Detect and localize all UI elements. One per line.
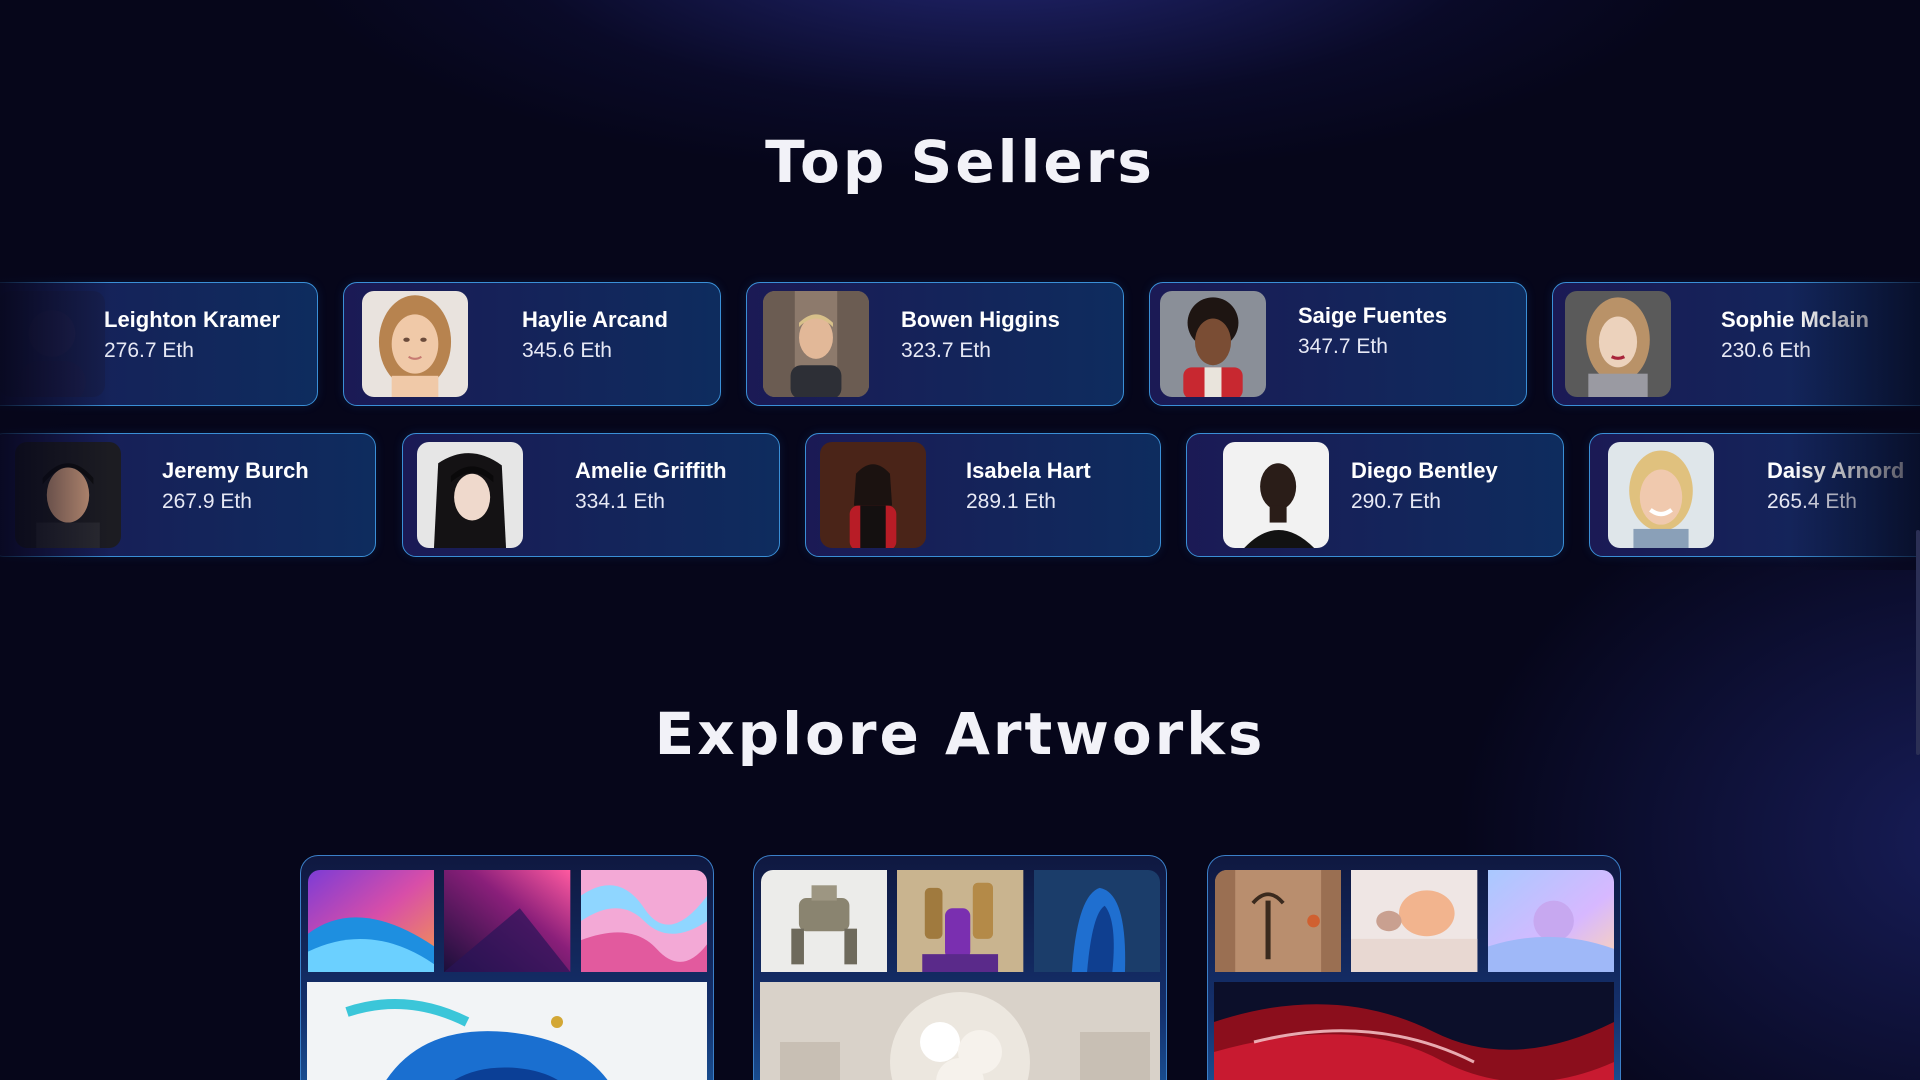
- seller-avatar: [1565, 291, 1671, 397]
- seller-amount: 290.7 Eth: [1351, 490, 1441, 513]
- seller-amount: 267.9 Eth: [162, 490, 252, 513]
- seller-card[interactable]: Diego Bentley 290.7 Eth: [1186, 433, 1564, 557]
- artwork-thumbnail[interactable]: [897, 870, 1024, 972]
- artwork-cover-image[interactable]: [307, 982, 707, 1080]
- artwork-thumbnail-row: [1214, 870, 1614, 972]
- artwork-collection-card[interactable]: [753, 855, 1167, 1080]
- artwork-collection-card[interactable]: [300, 855, 714, 1080]
- seller-card[interactable]: Isabela Hart 289.1 Eth: [805, 433, 1161, 557]
- seller-amount: 323.7 Eth: [901, 339, 991, 362]
- seller-name: Diego Bentley: [1351, 458, 1498, 483]
- seller-card[interactable]: Bowen Higgins 323.7 Eth: [746, 282, 1124, 406]
- artwork-thumbnail[interactable]: [444, 870, 571, 972]
- artwork-thumbnail[interactable]: [1033, 870, 1160, 972]
- seller-card[interactable]: Jeremy Burch 267.9 Eth: [0, 433, 376, 557]
- seller-name: Sophie Mclain: [1721, 307, 1869, 332]
- artwork-thumbnail[interactable]: [1487, 870, 1614, 972]
- artwork-thumbnail[interactable]: [580, 870, 707, 972]
- seller-amount: 265.4 Eth: [1767, 490, 1857, 513]
- seller-name: Haylie Arcand: [522, 307, 668, 332]
- artwork-thumbnail[interactable]: [1215, 870, 1342, 972]
- seller-avatar: [1223, 442, 1329, 548]
- artwork-cover-image[interactable]: [760, 982, 1160, 1080]
- seller-avatar: [820, 442, 926, 548]
- seller-card[interactable]: Haylie Arcand 345.6 Eth: [343, 282, 721, 406]
- explore-artworks-title: Explore Artworks: [654, 700, 1266, 768]
- artwork-collection-card[interactable]: [1207, 855, 1621, 1080]
- artwork-thumbnail[interactable]: [761, 870, 888, 972]
- artwork-cover-image[interactable]: [1214, 982, 1614, 1080]
- seller-avatar: [0, 291, 105, 397]
- seller-avatar: [1160, 291, 1266, 397]
- seller-amount: 345.6 Eth: [522, 339, 612, 362]
- seller-name: Saige Fuentes: [1298, 303, 1448, 328]
- seller-card[interactable]: Leighton Kramer 276.7 Eth: [0, 282, 318, 406]
- artwork-thumbnail[interactable]: [1351, 870, 1478, 972]
- seller-amount: 289.1 Eth: [966, 490, 1056, 513]
- seller-name: Bowen Higgins: [901, 307, 1060, 332]
- seller-card[interactable]: Amelie Griffith 334.1 Eth: [402, 433, 780, 557]
- seller-amount: 230.6 Eth: [1721, 339, 1811, 362]
- seller-avatar: [763, 291, 869, 397]
- seller-card[interactable]: Sophie Mclain 230.6 Eth: [1552, 282, 1920, 406]
- seller-amount: 276.7 Eth: [104, 339, 194, 362]
- seller-card[interactable]: Daisy Arnord 265.4 Eth: [1589, 433, 1920, 557]
- sellers-row-2: Jeremy Burch 267.9 Eth Amelie Griffith 3…: [0, 433, 1920, 559]
- seller-amount: 334.1 Eth: [575, 490, 665, 513]
- seller-card[interactable]: Saige Fuentes 347.7 Eth: [1149, 282, 1527, 406]
- seller-name: Isabela Hart: [966, 458, 1091, 483]
- seller-name: Amelie Griffith: [575, 458, 727, 483]
- seller-amount: 347.7 Eth: [1298, 335, 1388, 358]
- sellers-row-1: Leighton Kramer 276.7 Eth Haylie Arcand …: [0, 282, 1920, 408]
- page-scrollbar[interactable]: [1916, 530, 1920, 755]
- seller-avatar: [1608, 442, 1714, 548]
- seller-avatar: [15, 442, 121, 548]
- seller-name: Daisy Arnord: [1767, 458, 1905, 483]
- seller-avatar: [362, 291, 468, 397]
- seller-name: Jeremy Burch: [162, 458, 309, 483]
- artwork-thumbnail-row: [760, 870, 1160, 972]
- seller-name: Leighton Kramer: [104, 307, 281, 332]
- top-sellers-title: Top Sellers: [765, 128, 1155, 196]
- artwork-thumbnail[interactable]: [308, 870, 435, 972]
- artwork-thumbnail-row: [307, 870, 707, 972]
- seller-avatar: [417, 442, 523, 548]
- page: Top Sellers Leighton Kramer 276.7 Eth Ha…: [0, 0, 1920, 1080]
